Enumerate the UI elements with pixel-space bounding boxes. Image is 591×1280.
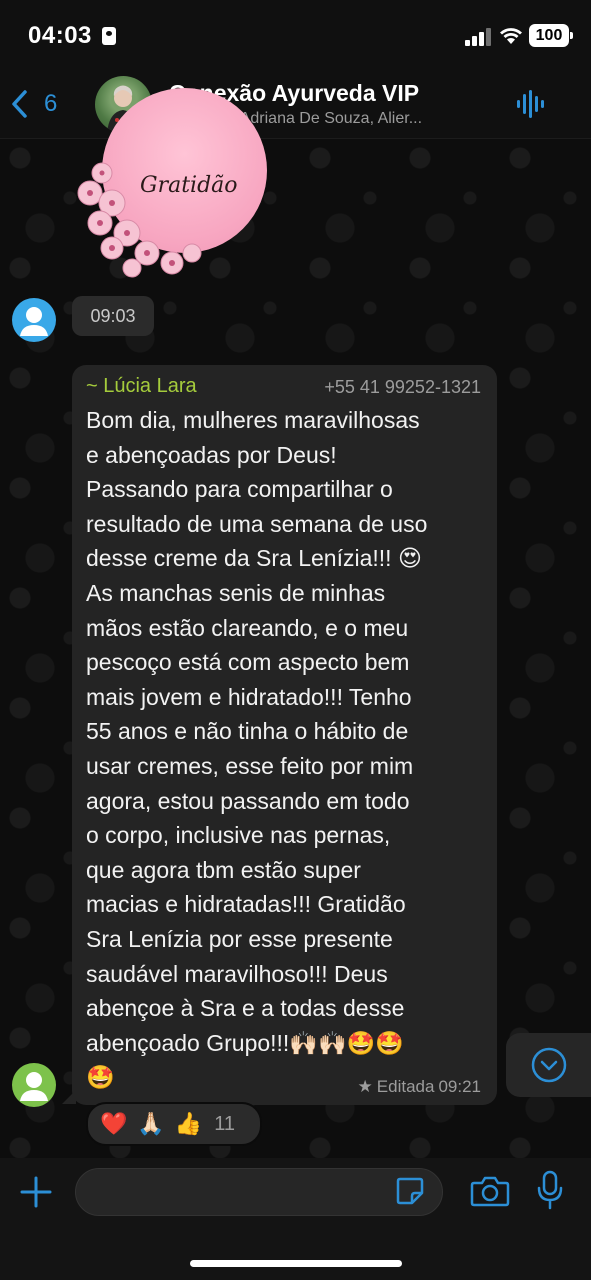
chevron-down-circle-icon bbox=[531, 1047, 567, 1083]
star-icon: ★ bbox=[357, 1077, 373, 1096]
status-time: 04:03 bbox=[28, 22, 92, 49]
id-card-icon bbox=[102, 27, 116, 45]
person-icon bbox=[20, 1072, 48, 1101]
chevron-left-icon bbox=[12, 90, 27, 118]
message-meta: ★ Editada 09:21 bbox=[358, 1077, 481, 1097]
pray-reaction: 🙏🏻 bbox=[137, 1111, 165, 1136]
message-time: 09:03 bbox=[72, 296, 154, 336]
sender-name[interactable]: ~ Lúcia Lara bbox=[86, 375, 197, 398]
person-icon bbox=[20, 307, 48, 336]
sender-phone[interactable]: +55 41 99252-1321 bbox=[324, 377, 481, 398]
sender-avatar[interactable] bbox=[12, 298, 56, 342]
message-time: 09:21 bbox=[438, 1077, 481, 1096]
battery-icon: 100 bbox=[529, 24, 573, 47]
reaction-count: 11 bbox=[214, 1112, 235, 1135]
heart-reaction: ❤️ bbox=[100, 1111, 128, 1136]
sticker-icon[interactable] bbox=[395, 1176, 425, 1206]
chat-header: 6 Conexão Ayurveda VIP ~Heloisa, Adriana… bbox=[0, 70, 591, 139]
message-input[interactable] bbox=[75, 1168, 443, 1216]
message-text: Bom dia, mulheres maravilhosas e abençoa… bbox=[86, 407, 428, 1091]
reactions-bar[interactable]: ❤️ 🙏🏻 👍 11 bbox=[86, 1102, 262, 1146]
message-bubble[interactable]: ~ Lúcia Lara +55 41 99252-1321 Bom dia, … bbox=[72, 365, 497, 1105]
home-indicator bbox=[190, 1260, 402, 1267]
back-button[interactable]: 6 bbox=[10, 84, 70, 124]
wifi-icon bbox=[500, 28, 522, 44]
input-bar bbox=[0, 1158, 591, 1280]
plus-icon[interactable] bbox=[19, 1175, 53, 1209]
audio-call-icon[interactable] bbox=[515, 88, 547, 120]
status-bar: 04:03 100 bbox=[0, 0, 591, 70]
gratidao-sticker[interactable]: Gratidão bbox=[72, 88, 272, 288]
cherry-blossom-icon bbox=[77, 162, 202, 278]
unread-count: 6 bbox=[44, 90, 58, 117]
signal-icon bbox=[465, 28, 493, 46]
scroll-down-button[interactable] bbox=[506, 1033, 591, 1097]
camera-icon[interactable] bbox=[470, 1175, 510, 1207]
sender-avatar[interactable] bbox=[12, 1063, 56, 1107]
microphone-icon[interactable] bbox=[535, 1170, 565, 1210]
edited-label: Editada bbox=[376, 1077, 435, 1096]
thumbs-up-reaction: 👍 bbox=[174, 1111, 203, 1136]
